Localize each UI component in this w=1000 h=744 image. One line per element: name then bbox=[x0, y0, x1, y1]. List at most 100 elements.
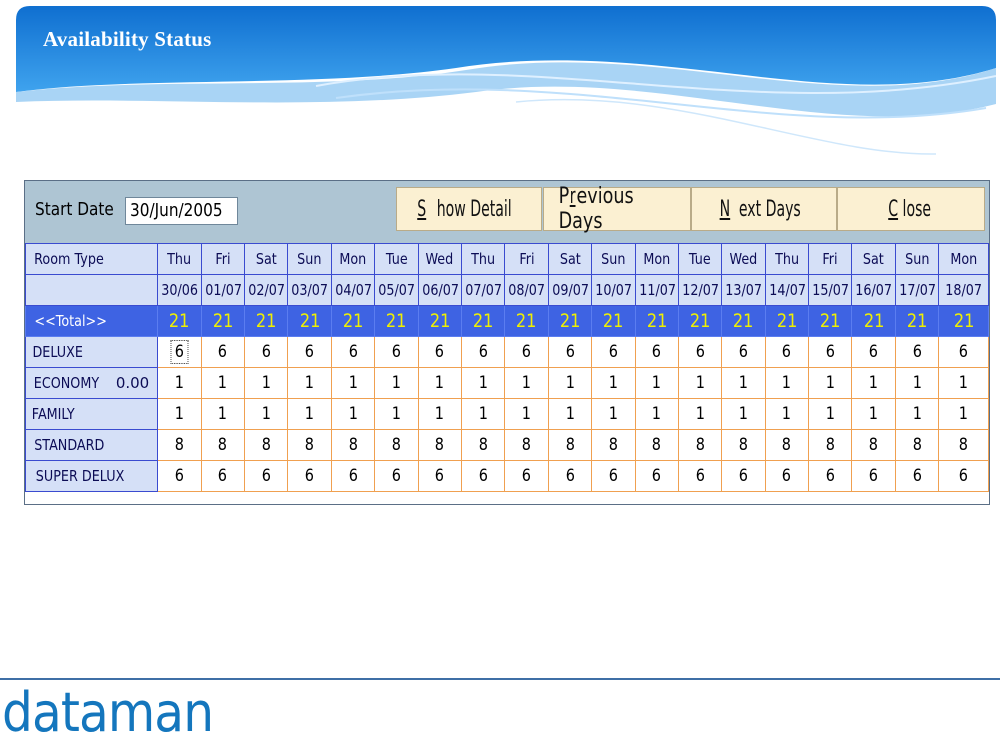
availability-cell[interactable]: 6 bbox=[938, 460, 989, 492]
availability-cell[interactable]: 6 bbox=[677, 336, 723, 368]
availability-cell[interactable]: 1 bbox=[200, 367, 246, 399]
availability-cell[interactable]: 6 bbox=[287, 336, 332, 368]
availability-cell[interactable]: 1 bbox=[157, 398, 202, 430]
availability-cell[interactable]: 6 bbox=[808, 460, 853, 492]
availability-cell[interactable]: 8 bbox=[851, 429, 896, 461]
availability-cell[interactable]: 1 bbox=[460, 398, 506, 430]
availability-cell[interactable]: 1 bbox=[851, 398, 896, 430]
availability-cell[interactable]: 6 bbox=[938, 336, 989, 368]
start-date-input[interactable]: 30/Jun/2005 bbox=[125, 197, 238, 225]
availability-cell[interactable]: 8 bbox=[417, 429, 462, 461]
availability-cell[interactable]: 1 bbox=[330, 398, 376, 430]
availability-cell[interactable]: 6 bbox=[591, 460, 636, 492]
availability-cell[interactable]: 1 bbox=[677, 367, 723, 399]
availability-cell[interactable]: 1 bbox=[764, 398, 810, 430]
availability-cell[interactable]: 1 bbox=[894, 398, 940, 430]
availability-cell[interactable]: 1 bbox=[244, 367, 289, 399]
availability-cell[interactable]: 6 bbox=[634, 336, 679, 368]
availability-cell[interactable]: 6 bbox=[417, 460, 462, 492]
availability-cell[interactable]: 1 bbox=[938, 367, 989, 399]
availability-cell[interactable]: 6 bbox=[374, 336, 419, 368]
availability-cell[interactable]: 6 bbox=[677, 460, 723, 492]
availability-cell[interactable]: 8 bbox=[504, 429, 549, 461]
room-type-name[interactable]: STANDARD bbox=[24, 429, 159, 461]
availability-cell[interactable]: 6 bbox=[634, 460, 679, 492]
availability-cell[interactable]: 8 bbox=[677, 429, 723, 461]
availability-cell[interactable]: 1 bbox=[374, 367, 419, 399]
next-days-button[interactable]: Next Days bbox=[691, 187, 837, 231]
availability-cell[interactable]: 1 bbox=[591, 367, 636, 399]
availability-cell[interactable]: 6 bbox=[330, 460, 376, 492]
availability-cell[interactable]: 6 bbox=[504, 336, 549, 368]
availability-cell[interactable]: 8 bbox=[764, 429, 810, 461]
availability-cell[interactable]: 6 bbox=[851, 336, 896, 368]
availability-cell[interactable]: 1 bbox=[200, 398, 246, 430]
availability-cell[interactable]: 6 bbox=[287, 460, 332, 492]
availability-cell[interactable]: 8 bbox=[547, 429, 593, 461]
room-type-name[interactable]: FAMILY bbox=[24, 398, 159, 430]
availability-cell[interactable]: 1 bbox=[851, 367, 896, 399]
availability-cell[interactable]: 1 bbox=[634, 367, 679, 399]
availability-cell[interactable]: 1 bbox=[808, 398, 853, 430]
room-type-name[interactable]: SUPER DELUX bbox=[24, 460, 159, 492]
availability-cell[interactable]: 8 bbox=[200, 429, 246, 461]
availability-cell[interactable]: 6 bbox=[591, 336, 636, 368]
availability-cell[interactable]: 8 bbox=[894, 429, 940, 461]
availability-cell[interactable]: 1 bbox=[244, 398, 289, 430]
availability-cell[interactable]: 1 bbox=[721, 398, 766, 430]
availability-cell[interactable]: 6 bbox=[547, 336, 593, 368]
availability-cell[interactable]: 1 bbox=[547, 367, 593, 399]
availability-cell[interactable]: 1 bbox=[894, 367, 940, 399]
availability-cell[interactable]: 6 bbox=[764, 336, 810, 368]
availability-cell[interactable]: 6 bbox=[157, 460, 202, 492]
availability-cell[interactable]: 1 bbox=[764, 367, 810, 399]
availability-cell[interactable]: 6 bbox=[721, 336, 766, 368]
show-detail-button[interactable]: Show Detail bbox=[396, 187, 542, 231]
availability-cell[interactable]: 1 bbox=[157, 367, 202, 399]
availability-cell[interactable]: 8 bbox=[808, 429, 853, 461]
close-button[interactable]: Close bbox=[837, 187, 985, 231]
availability-cell[interactable]: 1 bbox=[591, 398, 636, 430]
availability-cell[interactable]: 1 bbox=[808, 367, 853, 399]
availability-cell[interactable]: 1 bbox=[460, 367, 506, 399]
availability-cell[interactable]: 1 bbox=[374, 398, 419, 430]
availability-cell[interactable]: 6 bbox=[808, 336, 853, 368]
availability-cell[interactable]: 1 bbox=[721, 367, 766, 399]
availability-cell[interactable]: 6 bbox=[504, 460, 549, 492]
availability-cell[interactable]: 8 bbox=[721, 429, 766, 461]
availability-cell[interactable]: 8 bbox=[157, 429, 202, 461]
availability-cell[interactable]: 8 bbox=[591, 429, 636, 461]
availability-cell[interactable]: 1 bbox=[938, 398, 989, 430]
availability-cell[interactable]: 1 bbox=[677, 398, 723, 430]
availability-cell[interactable]: 6 bbox=[244, 460, 289, 492]
availability-cell[interactable]: 6 bbox=[721, 460, 766, 492]
availability-cell[interactable]: 8 bbox=[938, 429, 989, 461]
availability-cell[interactable]: 8 bbox=[634, 429, 679, 461]
availability-cell[interactable]: 6 bbox=[200, 460, 246, 492]
room-type-name[interactable]: ECONOMY 0.00 bbox=[24, 367, 159, 399]
availability-cell[interactable]: 8 bbox=[287, 429, 332, 461]
availability-cell[interactable]: 6 bbox=[200, 336, 246, 368]
availability-cell[interactable]: 6 bbox=[547, 460, 593, 492]
availability-cell[interactable]: 6 bbox=[330, 336, 376, 368]
availability-cell[interactable]: 1 bbox=[634, 398, 679, 430]
availability-cell[interactable]: 1 bbox=[287, 398, 332, 430]
availability-cell[interactable]: 8 bbox=[460, 429, 506, 461]
availability-cell[interactable]: 6 bbox=[894, 336, 940, 368]
availability-cell[interactable]: 6 bbox=[764, 460, 810, 492]
availability-cell[interactable]: 6 bbox=[157, 336, 202, 368]
availability-cell[interactable]: 8 bbox=[244, 429, 289, 461]
availability-cell[interactable]: 1 bbox=[287, 367, 332, 399]
availability-cell[interactable]: 6 bbox=[417, 336, 462, 368]
availability-cell[interactable]: 1 bbox=[417, 398, 462, 430]
availability-cell[interactable]: 8 bbox=[330, 429, 376, 461]
availability-cell[interactable]: 8 bbox=[374, 429, 419, 461]
availability-cell[interactable]: 1 bbox=[547, 398, 593, 430]
availability-cell[interactable]: 1 bbox=[504, 398, 549, 430]
availability-cell[interactable]: 1 bbox=[504, 367, 549, 399]
availability-cell[interactable]: 6 bbox=[374, 460, 419, 492]
previous-days-button[interactable]: Previous Days bbox=[543, 184, 691, 234]
room-type-name[interactable]: DELUXE bbox=[24, 336, 159, 368]
availability-cell[interactable]: 1 bbox=[330, 367, 376, 399]
availability-cell[interactable]: 6 bbox=[851, 460, 896, 492]
